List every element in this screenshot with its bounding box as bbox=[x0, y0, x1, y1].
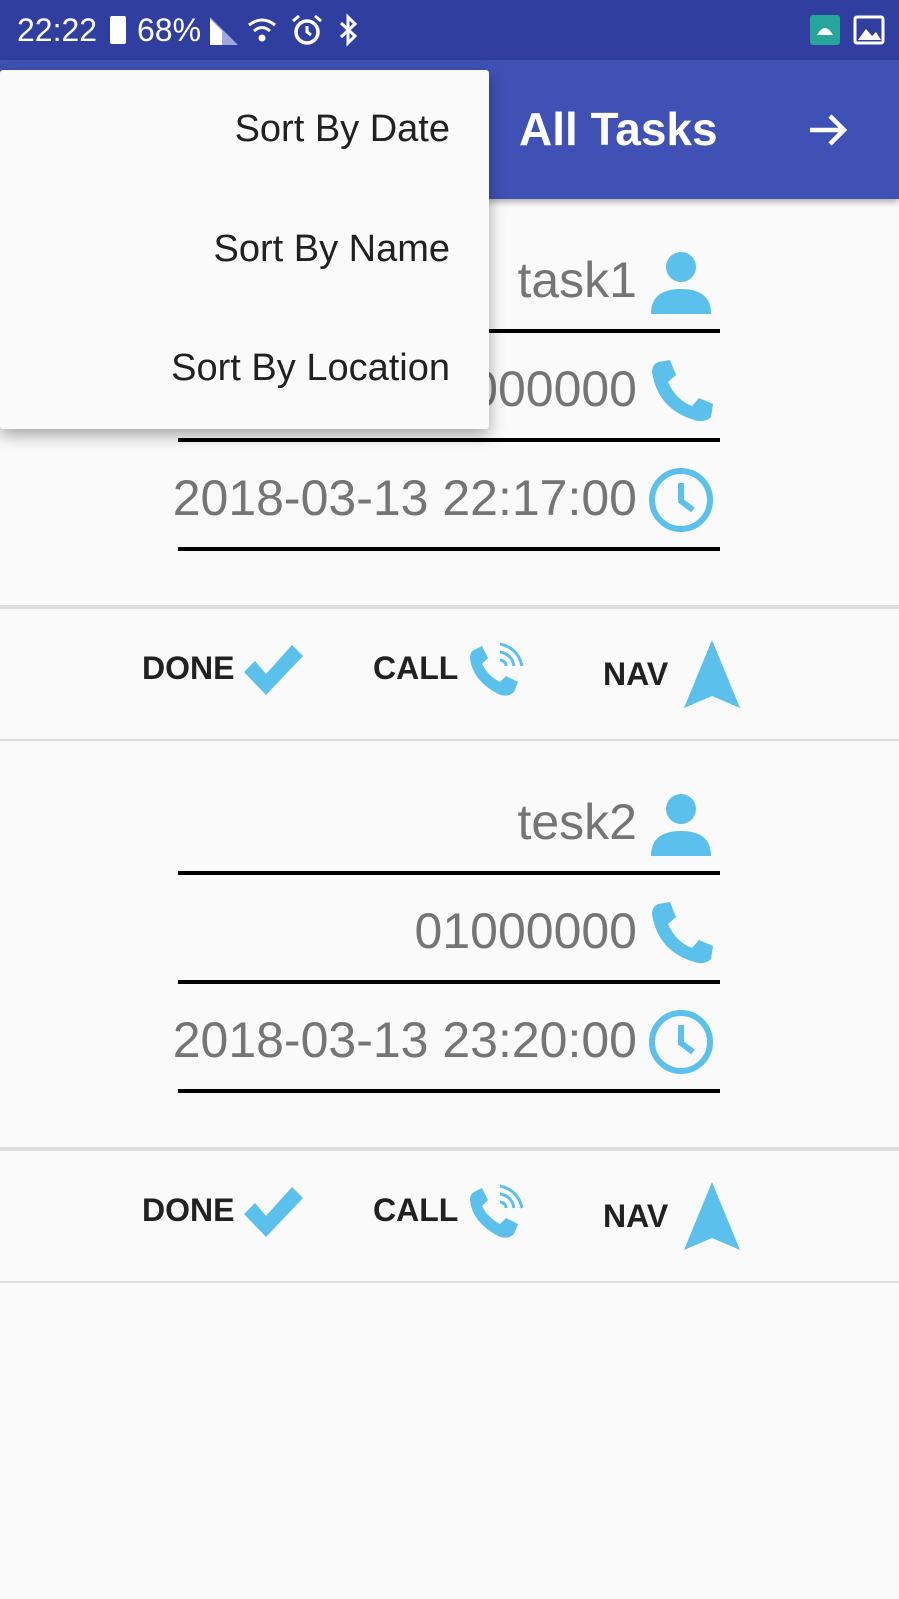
task-phone-field[interactable]: 01000000 bbox=[178, 876, 720, 984]
task-datetime: 2018-03-13 22:17:00 bbox=[172, 470, 637, 526]
image-notification-icon bbox=[853, 15, 885, 45]
signal-icon bbox=[210, 17, 238, 45]
call-label: CALL bbox=[373, 649, 459, 686]
call-button[interactable]: CALL bbox=[373, 1180, 528, 1240]
nav-button[interactable]: NAV bbox=[603, 1180, 748, 1252]
divider bbox=[0, 739, 899, 741]
done-label: DONE bbox=[142, 1191, 235, 1228]
menu-item-sort-by-date[interactable]: Sort By Date bbox=[0, 70, 489, 188]
phone-icon bbox=[652, 902, 713, 964]
menu-item-sort-by-location[interactable]: Sort By Location bbox=[0, 309, 489, 427]
status-time: 22:22 bbox=[17, 12, 98, 48]
alarm-icon bbox=[292, 14, 322, 45]
person-icon bbox=[651, 794, 711, 856]
phone-icon bbox=[652, 360, 713, 422]
menu-item-label: Sort By Date bbox=[234, 108, 450, 150]
clock-icon bbox=[649, 1010, 713, 1074]
divider bbox=[0, 605, 899, 609]
menu-item-sort-by-name[interactable]: Sort By Name bbox=[0, 190, 489, 308]
phone-ringing-icon bbox=[470, 642, 524, 696]
navigation-icon bbox=[684, 1182, 741, 1250]
nav-label: NAV bbox=[603, 655, 669, 692]
task-datetime-field[interactable]: 2018-03-13 23:20:00 bbox=[173, 985, 720, 1093]
battery-percent: 68% bbox=[137, 12, 202, 48]
navigation-icon bbox=[684, 640, 741, 708]
task-name-field[interactable]: tesk2 bbox=[178, 767, 720, 875]
status-bar: 22:22 68% bbox=[0, 0, 899, 60]
call-label: CALL bbox=[373, 1191, 459, 1228]
done-label: DONE bbox=[142, 649, 235, 686]
checkmark-icon bbox=[244, 645, 304, 695]
android-notification-icon bbox=[810, 15, 840, 45]
phone-ringing-icon bbox=[470, 1184, 524, 1238]
clock-icon bbox=[649, 468, 713, 532]
divider bbox=[0, 1281, 899, 1283]
task-name: tesk2 bbox=[517, 794, 637, 850]
sort-menu: Sort By Date Sort By Name Sort By Locati… bbox=[0, 70, 489, 429]
checkmark-icon bbox=[244, 1187, 304, 1237]
call-button[interactable]: CALL bbox=[373, 638, 528, 698]
page-title: All Tasks bbox=[519, 103, 718, 155]
wifi-icon bbox=[248, 18, 276, 42]
task-name: task1 bbox=[517, 252, 637, 308]
person-icon bbox=[651, 252, 711, 314]
nav-label: NAV bbox=[603, 1197, 669, 1234]
bluetooth-icon bbox=[339, 13, 358, 47]
divider bbox=[0, 1147, 899, 1151]
menu-item-label: Sort By Location bbox=[171, 347, 450, 389]
done-button[interactable]: DONE bbox=[142, 638, 304, 698]
task-phone: 01000000 bbox=[414, 903, 637, 959]
battery-icon bbox=[110, 16, 126, 44]
task-datetime: 2018-03-13 23:20:00 bbox=[172, 1012, 637, 1068]
menu-item-label: Sort By Name bbox=[213, 228, 450, 270]
done-button[interactable]: DONE bbox=[142, 1180, 304, 1240]
arrow-forward-icon[interactable] bbox=[806, 108, 850, 152]
task-datetime-field[interactable]: 2018-03-13 22:17:00 bbox=[173, 443, 720, 551]
nav-button[interactable]: NAV bbox=[603, 638, 748, 710]
